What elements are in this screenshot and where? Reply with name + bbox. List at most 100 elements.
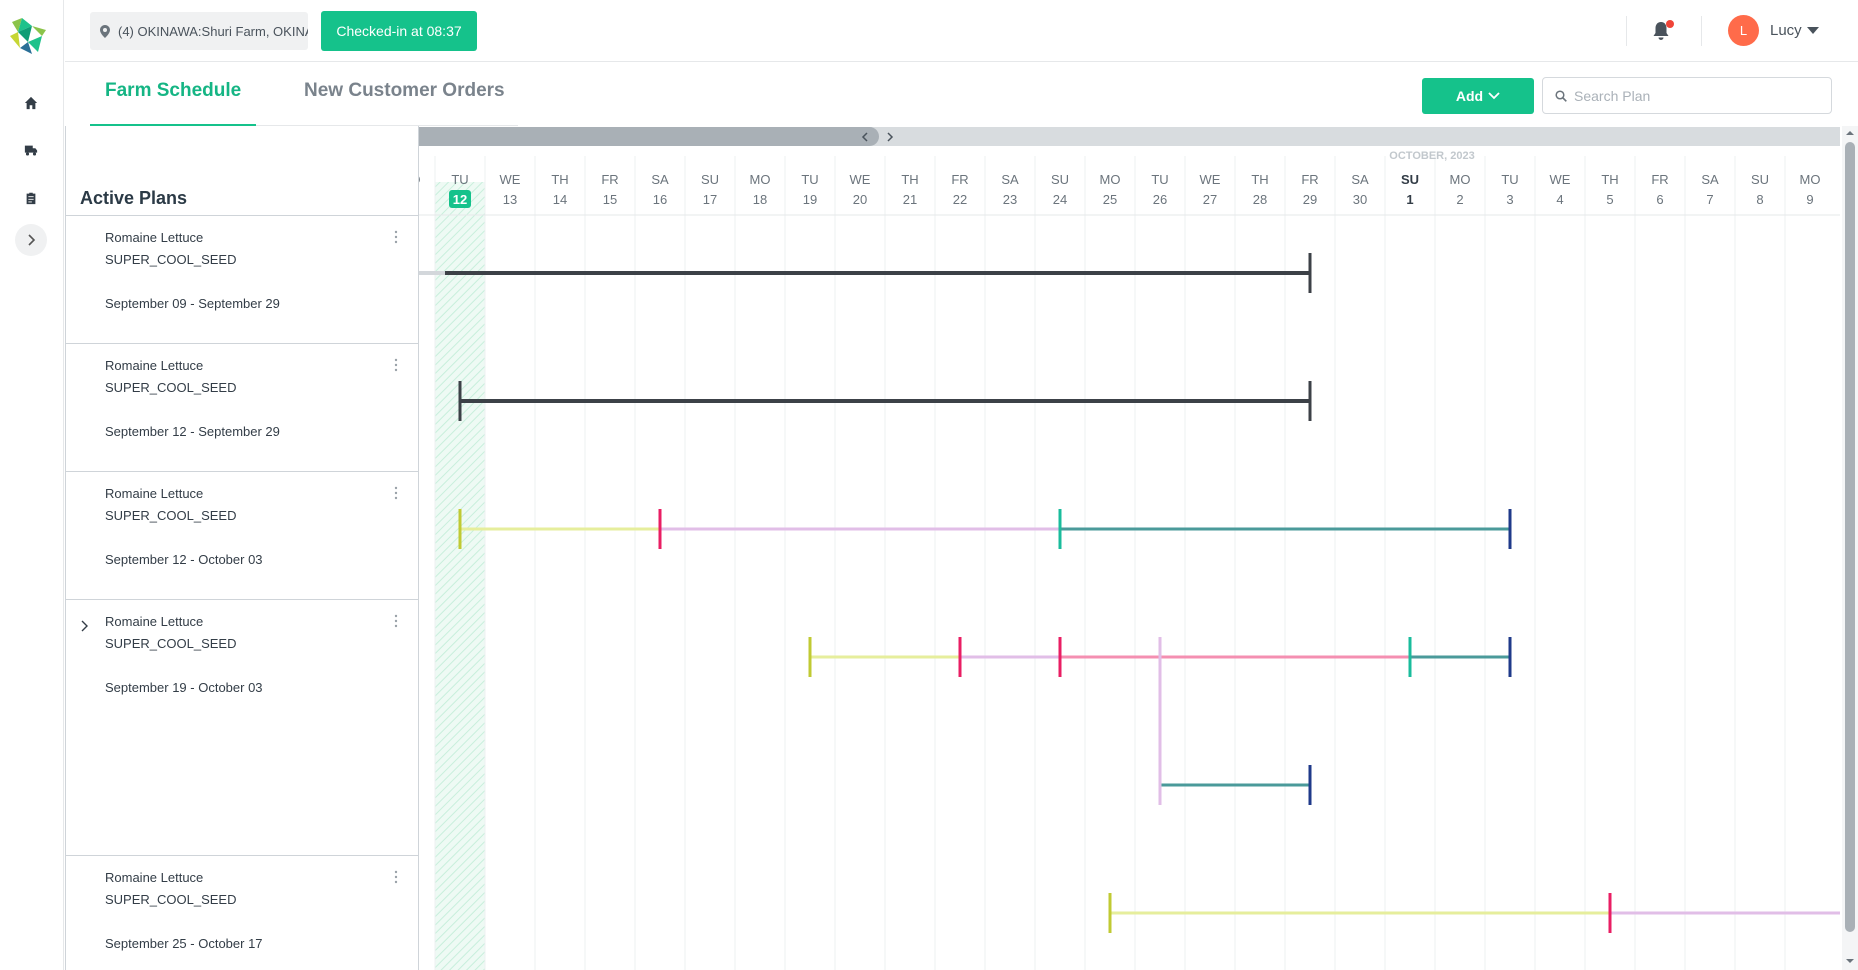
search-plan-input[interactable] [1574,87,1814,104]
checkin-button[interactable]: Checked-in at 08:37 [321,11,477,51]
expand-nav-button[interactable] [15,224,47,256]
nav-tasks-button[interactable] [14,183,48,213]
brand-logo-icon[interactable] [8,16,50,56]
day-of-week-label: SU [701,172,719,187]
month-label: OCTOBER, 2023 [1389,150,1474,162]
day-of-week-label: MO [1800,172,1821,187]
horizontal-scrollbar[interactable] [419,127,1840,146]
truck-icon [24,145,38,156]
day-number-label: 5 [1606,192,1613,207]
day-of-week-label: TH [1601,172,1618,187]
day-number-label: 17 [703,192,717,207]
header-divider [1626,16,1627,46]
day-of-week-label: SU [1401,172,1419,187]
plan-seed-name: SUPER_COOL_SEED [105,636,237,651]
search-icon [1555,89,1567,102]
chevron-right-icon [887,131,894,142]
day-of-week-label: WE [1200,172,1221,187]
schedule-timeline[interactable]: MO11TU12WE13TH14FR15SA16SU17MO18TU19WE20… [419,126,1840,970]
day-number-label: 4 [1556,192,1563,207]
day-of-week-label: MO [1100,172,1121,187]
day-of-week-label: FR [601,172,618,187]
caret-down-icon[interactable] [1807,27,1819,35]
day-number-label: 23 [1003,192,1017,207]
timeline-canvas: MO11TU12WE13TH14FR15SA16SU17MO18TU19WE20… [419,150,1840,970]
add-button-label: Add [1455,88,1484,104]
plan-row[interactable]: Romaine Lettuce SUPER_COOL_SEED Septembe… [65,344,419,472]
day-number-label: 30 [1353,192,1367,207]
plan-date-range: September 19 - October 03 [105,680,263,695]
app: (4) OKINAWA:Shuri Farm, OKINAWA Checked-… [0,0,1858,970]
plan-row[interactable]: Romaine Lettuce SUPER_COOL_SEED Septembe… [65,600,419,856]
day-of-week-label: WE [1550,172,1571,187]
more-vertical-icon[interactable] [393,358,399,372]
day-of-week-label: SA [1001,172,1019,187]
vertical-scrollbar[interactable] [1842,126,1858,970]
vertical-scroll-thumb[interactable] [1845,142,1855,932]
plan-row[interactable]: Romaine Lettuce SUPER_COOL_SEED Septembe… [65,472,419,600]
user-avatar[interactable]: L [1728,15,1759,46]
tab-new-customer-orders[interactable]: New Customer Orders [304,80,505,102]
day-of-week-label: SU [1051,172,1069,187]
nav-home-button[interactable] [14,88,48,118]
day-of-week-label: WE [500,172,521,187]
day-of-week-label: TH [901,172,918,187]
scroll-prev-button[interactable] [855,127,875,146]
day-number-label: 22 [953,192,967,207]
chevron-right-icon [27,234,35,246]
chevron-right-icon[interactable] [80,620,89,632]
search-plan-box[interactable] [1542,77,1832,114]
plan-seed-name: SUPER_COOL_SEED [105,380,237,395]
today-column [435,182,485,970]
scroll-down-icon[interactable] [1845,956,1855,966]
more-vertical-icon[interactable] [393,614,399,628]
day-number-label: 13 [503,192,517,207]
plan-seed-name: SUPER_COOL_SEED [105,892,237,907]
tab-farm-schedule[interactable]: Farm Schedule [105,80,241,102]
plan-row[interactable]: Romaine Lettuce SUPER_COOL_SEED Septembe… [65,856,419,970]
more-vertical-icon[interactable] [393,870,399,884]
plan-crop-name: Romaine Lettuce [105,230,204,245]
day-number-label: 26 [1153,192,1167,207]
plan-crop-name: Romaine Lettuce [105,358,204,373]
day-number-label: 8 [1756,192,1763,207]
chevron-left-icon [861,131,868,142]
day-number-label: 16 [653,192,667,207]
farm-location-selector[interactable]: (4) OKINAWA:Shuri Farm, OKINAWA [90,12,308,50]
plan-crop-name: Romaine Lettuce [105,486,204,501]
day-of-week-label: TH [1251,172,1268,187]
plan-row[interactable]: Romaine Lettuce SUPER_COOL_SEED Septembe… [65,216,419,344]
active-plans-title: Active Plans [80,188,188,208]
scroll-next-button[interactable] [880,127,900,146]
day-number-label: 2 [1456,192,1463,207]
day-of-week-label: FR [951,172,968,187]
nav-delivery-button[interactable] [14,135,48,165]
more-vertical-icon[interactable] [393,230,399,244]
day-of-week-label: SU [1751,172,1769,187]
more-vertical-icon[interactable] [393,486,399,500]
day-of-week-label: MO [750,172,771,187]
day-number-label: 24 [1053,192,1067,207]
day-number-label: 18 [753,192,767,207]
plan-date-range: September 25 - October 17 [105,936,263,951]
day-number-label: 27 [1203,192,1217,207]
day-of-week-label: TU [1151,172,1168,187]
horizontal-scroll-thumb[interactable] [419,127,879,146]
plan-crop-name: Romaine Lettuce [105,614,204,629]
day-number-label: 19 [803,192,817,207]
map-pin-icon [100,24,110,38]
day-number-label: 15 [603,192,617,207]
plan-date-range: September 12 - September 29 [105,424,280,439]
day-of-week-label: TU [1501,172,1518,187]
day-of-week-label: TH [551,172,568,187]
left-nav-rail [0,0,64,970]
top-header: (4) OKINAWA:Shuri Farm, OKINAWA Checked-… [65,0,1858,62]
day-number-label: 21 [903,192,917,207]
day-of-week-label: MO [419,172,420,187]
scroll-up-icon[interactable] [1845,128,1855,138]
home-icon [24,96,38,110]
add-button[interactable]: Add [1422,78,1534,114]
day-number-label: 25 [1103,192,1117,207]
day-of-week-label: WE [850,172,871,187]
user-name[interactable]: Lucy [1770,22,1802,39]
